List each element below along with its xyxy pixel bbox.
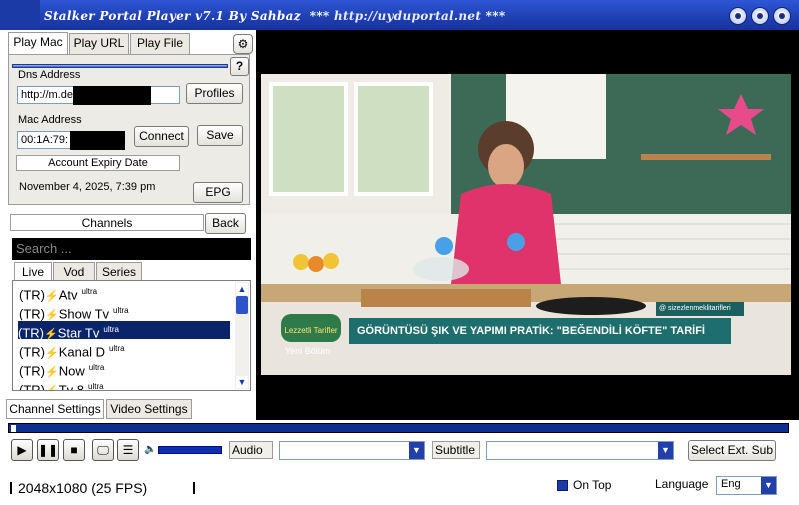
language-label: Language xyxy=(655,477,709,491)
profiles-button[interactable]: Profiles xyxy=(186,83,243,104)
subtitle-select[interactable]: ▼ xyxy=(486,441,674,460)
channels-header: Channels xyxy=(10,214,204,231)
save-button[interactable]: Save xyxy=(197,125,243,146)
close-button[interactable] xyxy=(773,7,791,25)
play-button[interactable]: ▶ xyxy=(11,439,33,461)
scroll-thumb[interactable] xyxy=(236,296,248,314)
dns-label: Dns Address xyxy=(18,69,81,81)
on-top-checkbox[interactable] xyxy=(557,480,568,491)
show-logo-subtitle: Yeni Bölüm xyxy=(285,346,331,356)
left-panel: Play Mac Play URL Play File ⚙ ? Dns Addr… xyxy=(0,30,256,420)
tab-channel-settings[interactable]: Channel Settings xyxy=(6,399,104,419)
volume-slider[interactable] xyxy=(158,446,222,454)
list-item-selected[interactable]: (TR)⚡Star Tv ultra xyxy=(17,320,231,340)
scroll-down-icon[interactable]: ▼ xyxy=(236,376,248,388)
tab-play-file[interactable]: Play File xyxy=(130,33,190,54)
audio-select[interactable]: ▼ xyxy=(279,441,425,460)
seek-bar[interactable] xyxy=(8,423,789,433)
social-handle: @ sizezlenmeklitarifleri xyxy=(656,302,744,316)
window-title: Stalker Portal Player v7.1 By Sahbaz ***… xyxy=(44,9,506,23)
back-button[interactable]: Back xyxy=(205,213,246,234)
speaker-icon[interactable]: 🔈 xyxy=(144,444,156,455)
list-item[interactable]: (TR)⚡Kanal Dultra xyxy=(19,340,227,359)
audio-label: Audio xyxy=(229,441,273,459)
channel-search-input[interactable]: Search ... xyxy=(12,238,251,260)
video-caption: GÖRÜNTÜSÜ ŞIK VE YAPIMI PRATİK: "BEĞENDİ… xyxy=(349,318,731,344)
video-player[interactable]: GÖRÜNTÜSÜ ŞIK VE YAPIMI PRATİK: "BEĞENDİ… xyxy=(256,30,799,420)
channel-list[interactable]: (TR)⚡Atv ultra (TR)⚡Show Tv ultra (TR)⚡Sta… xyxy=(12,280,251,391)
app-icon xyxy=(0,0,40,30)
mac-label: Mac Address xyxy=(18,114,82,126)
redacted-block xyxy=(70,131,125,150)
header-bar xyxy=(12,64,228,68)
settings-gear-button[interactable]: ⚙ xyxy=(233,34,253,54)
tab-live[interactable]: Live xyxy=(14,262,52,281)
title-bar: Stalker Portal Player v7.1 By Sahbaz ***… xyxy=(0,0,799,30)
monitor-icon: 🖵 xyxy=(97,443,109,457)
connect-button[interactable]: Connect xyxy=(134,126,189,147)
subtitle-label: Subtitle xyxy=(432,441,480,459)
on-top-label: On Top xyxy=(573,478,612,492)
separator xyxy=(193,482,195,494)
pause-icon: ❚❚ xyxy=(38,443,59,457)
playlist-button[interactable]: ☰ xyxy=(117,439,139,461)
tab-video-settings[interactable]: Video Settings xyxy=(106,399,192,419)
tab-series[interactable]: Series xyxy=(96,262,142,281)
resolution-readout: 2048x1080 (25 FPS) xyxy=(18,480,148,496)
tab-play-url[interactable]: Play URL xyxy=(69,33,129,54)
separator xyxy=(10,482,12,494)
chevron-down-icon[interactable]: ▼ xyxy=(658,442,673,459)
show-logo: Lezzetli Tarifler xyxy=(281,314,341,342)
channel-list-scrollbar[interactable]: ▲ ▼ xyxy=(235,282,249,389)
list-item[interactable]: (TR)⚡Show Tv ultra xyxy=(19,302,227,321)
list-item[interactable]: (TR)⚡Tv 8ultra xyxy=(19,378,227,390)
help-button[interactable]: ? xyxy=(230,57,249,76)
stop-button[interactable]: ■ xyxy=(63,439,85,461)
tab-play-mac[interactable]: Play Mac xyxy=(8,32,68,54)
list-icon: ☰ xyxy=(122,443,134,457)
status-bar: 2048x1080 (25 FPS) On Top Language Eng ▼ xyxy=(0,475,799,505)
epg-button[interactable]: EPG xyxy=(193,182,243,203)
language-select[interactable]: Eng ▼ xyxy=(716,476,777,495)
language-value: Eng xyxy=(721,478,741,490)
stop-icon: ■ xyxy=(70,443,78,457)
account-expiry-header: Account Expiry Date xyxy=(16,155,180,171)
scroll-up-icon[interactable]: ▲ xyxy=(236,283,248,295)
chevron-down-icon[interactable]: ▼ xyxy=(409,442,424,459)
play-icon: ▶ xyxy=(17,443,27,457)
chevron-down-icon[interactable]: ▼ xyxy=(761,477,776,494)
select-ext-sub-button[interactable]: Select Ext. Sub xyxy=(688,440,776,461)
gear-icon: ⚙ xyxy=(237,37,249,51)
list-item[interactable]: (TR)⚡Atv ultra xyxy=(19,283,227,302)
video-frame: GÖRÜNTÜSÜ ŞIK VE YAPIMI PRATİK: "BEĞENDİ… xyxy=(261,74,791,375)
minimize-button[interactable] xyxy=(729,7,747,25)
redacted-block xyxy=(73,86,151,105)
pause-button[interactable]: ❚❚ xyxy=(37,439,59,461)
seek-knob[interactable] xyxy=(11,425,16,432)
account-expiry-value: November 4, 2025, 7:39 pm xyxy=(19,181,156,193)
tab-vod[interactable]: Vod xyxy=(53,262,95,281)
list-item[interactable]: (TR)⚡Now ultra xyxy=(19,359,227,378)
fullscreen-button[interactable]: 🖵 xyxy=(92,439,114,461)
maximize-button[interactable] xyxy=(751,7,769,25)
